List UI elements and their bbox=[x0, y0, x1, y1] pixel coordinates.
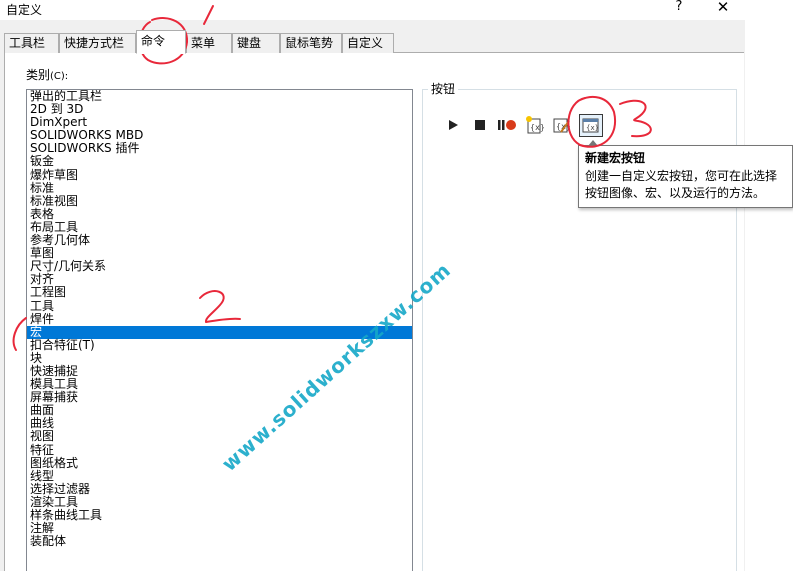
window-title: 自定义 bbox=[6, 3, 43, 17]
tab-shortcut-bars[interactable]: 快捷方式栏 bbox=[59, 33, 136, 53]
category-item[interactable]: 曲线 bbox=[27, 417, 412, 430]
category-item[interactable]: 选择过滤器 bbox=[27, 482, 412, 496]
new-macro-button-icon[interactable]: {x} bbox=[579, 114, 603, 137]
tooltip-body: 创建一自定义宏按钮，您可在此选择 按钮图像、宏、以及运行的方法。 bbox=[585, 168, 786, 202]
category-item[interactable]: 表格 bbox=[27, 207, 412, 221]
title-bar: 自定义 ? ✕ bbox=[0, 0, 745, 20]
category-item[interactable]: 钣金 bbox=[27, 155, 412, 168]
tooltip-title: 新建宏按钮 bbox=[585, 151, 646, 165]
category-item[interactable]: 模具工具 bbox=[27, 378, 412, 391]
help-button[interactable]: ? bbox=[668, 0, 690, 17]
tab-toolbars[interactable]: 工具栏 bbox=[4, 33, 59, 53]
category-item[interactable]: 标准视图 bbox=[27, 194, 412, 208]
category-item[interactable]: 工具 bbox=[27, 299, 412, 313]
category-item[interactable]: 弹出的工具栏 bbox=[27, 90, 412, 103]
tab-menus[interactable]: 菜单 bbox=[186, 33, 232, 53]
svg-text:{x}: {x} bbox=[586, 124, 599, 132]
close-button[interactable]: ✕ bbox=[709, 0, 737, 18]
category-item[interactable]: 装配体 bbox=[27, 535, 412, 548]
new-macro-icon[interactable]: {x} bbox=[524, 115, 545, 135]
svg-text:{x}: {x} bbox=[530, 123, 544, 132]
category-item[interactable]: 标准 bbox=[27, 181, 412, 195]
category-item[interactable]: 曲面 bbox=[27, 404, 412, 417]
category-item[interactable]: 对齐 bbox=[27, 273, 412, 286]
category-label: 类别(C): bbox=[26, 68, 69, 82]
tooltip-line-2: 按钮图像、宏、以及运行的方法。 bbox=[585, 186, 766, 200]
tab-keyboard[interactable]: 键盘 bbox=[232, 33, 280, 53]
tab-commands[interactable]: 命令 bbox=[136, 30, 186, 54]
category-item[interactable]: 焊件 bbox=[27, 312, 412, 326]
background-area bbox=[745, 0, 793, 571]
category-item[interactable]: 线型 bbox=[27, 469, 412, 483]
stop-icon[interactable] bbox=[470, 115, 490, 135]
category-item[interactable]: 工程图 bbox=[27, 286, 412, 299]
category-item[interactable]: 样条曲线工具 bbox=[27, 508, 412, 522]
category-item[interactable]: 参考几何体 bbox=[27, 233, 412, 247]
category-item[interactable]: 视图 bbox=[27, 430, 412, 443]
category-item[interactable]: 注解 bbox=[27, 522, 412, 535]
buttons-group-label: 按钮 bbox=[428, 80, 459, 97]
category-item[interactable]: SOLIDWORKS 插件 bbox=[27, 142, 412, 155]
edit-macro-icon[interactable]: {x} bbox=[551, 115, 571, 135]
category-listbox[interactable]: 弹出的工具栏 2D 到 3D DimXpert SOLIDWORKS MBD SOLID… bbox=[26, 89, 413, 571]
tab-bar: 工具栏 快捷方式栏 命令 菜单 键盘 鼠标笔势 自定义 bbox=[4, 30, 744, 54]
tab-customization[interactable]: 自定义 bbox=[342, 33, 394, 53]
category-item[interactable]: 爆炸草图 bbox=[27, 168, 412, 182]
tab-mouse-gestures[interactable]: 鼠标笔势 bbox=[280, 33, 342, 53]
tooltip: 新建宏按钮 创建一自定义宏按钮，您可在此选择 按钮图像、宏、以及运行的方法。 bbox=[578, 145, 793, 208]
tooltip-line-1: 创建一自定义宏按钮，您可在此选择 bbox=[585, 169, 778, 183]
category-item[interactable]: 快速捕捉 bbox=[27, 364, 412, 378]
category-item[interactable]: 屏幕捕获 bbox=[27, 391, 412, 404]
category-item[interactable]: 尺寸/几何关系 bbox=[27, 260, 412, 273]
play-icon[interactable] bbox=[444, 115, 464, 135]
pause-record-icon[interactable] bbox=[496, 115, 516, 135]
